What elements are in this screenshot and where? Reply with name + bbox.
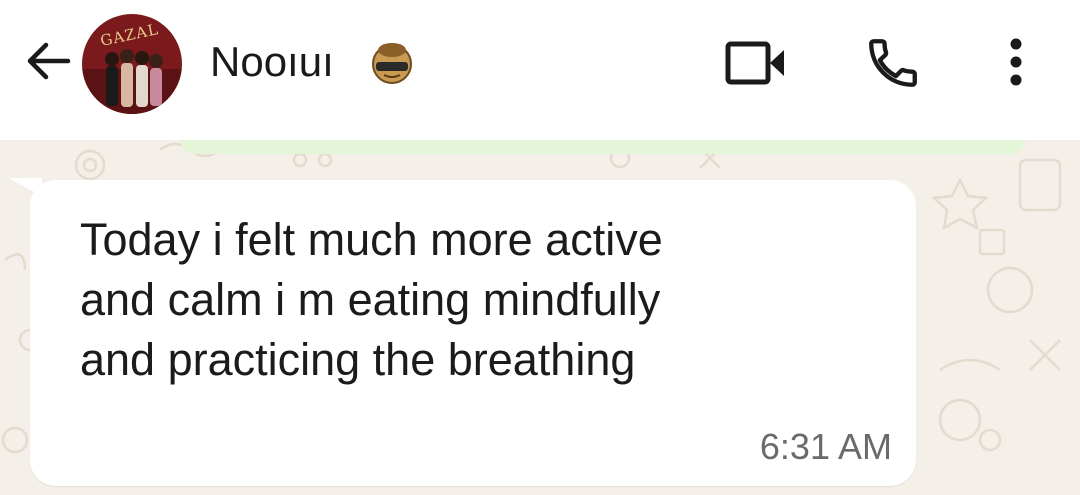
message-timestamp: 6:31 AM [759, 426, 892, 467]
more-vertical-icon [1010, 38, 1022, 86]
contact-avatar[interactable]: GAZAL [82, 14, 182, 114]
incoming-message-bubble[interactable]: Today i felt much more active and calm i… [30, 180, 916, 486]
message-line: Today i felt much more active [80, 214, 663, 265]
voice-call-button[interactable] [864, 34, 922, 97]
message-line: and calm i m eating mindfully [80, 274, 661, 325]
video-call-icon [725, 41, 784, 85]
more-options-button[interactable] [998, 36, 1034, 93]
phone-icon [869, 39, 917, 87]
contact-name[interactable]: Nooıuı [210, 38, 334, 86]
video-call-button[interactable] [724, 40, 788, 91]
arrow-left-icon [27, 42, 71, 80]
previous-message-edge [180, 140, 1025, 154]
message-line: and practicing the breathing [80, 334, 636, 385]
message-text: Today i felt much more active and calm i… [80, 210, 880, 390]
back-button[interactable] [22, 38, 74, 84]
chat-header: GAZAL Nooıuı [0, 0, 1080, 140]
face-emoji-icon [368, 38, 416, 91]
